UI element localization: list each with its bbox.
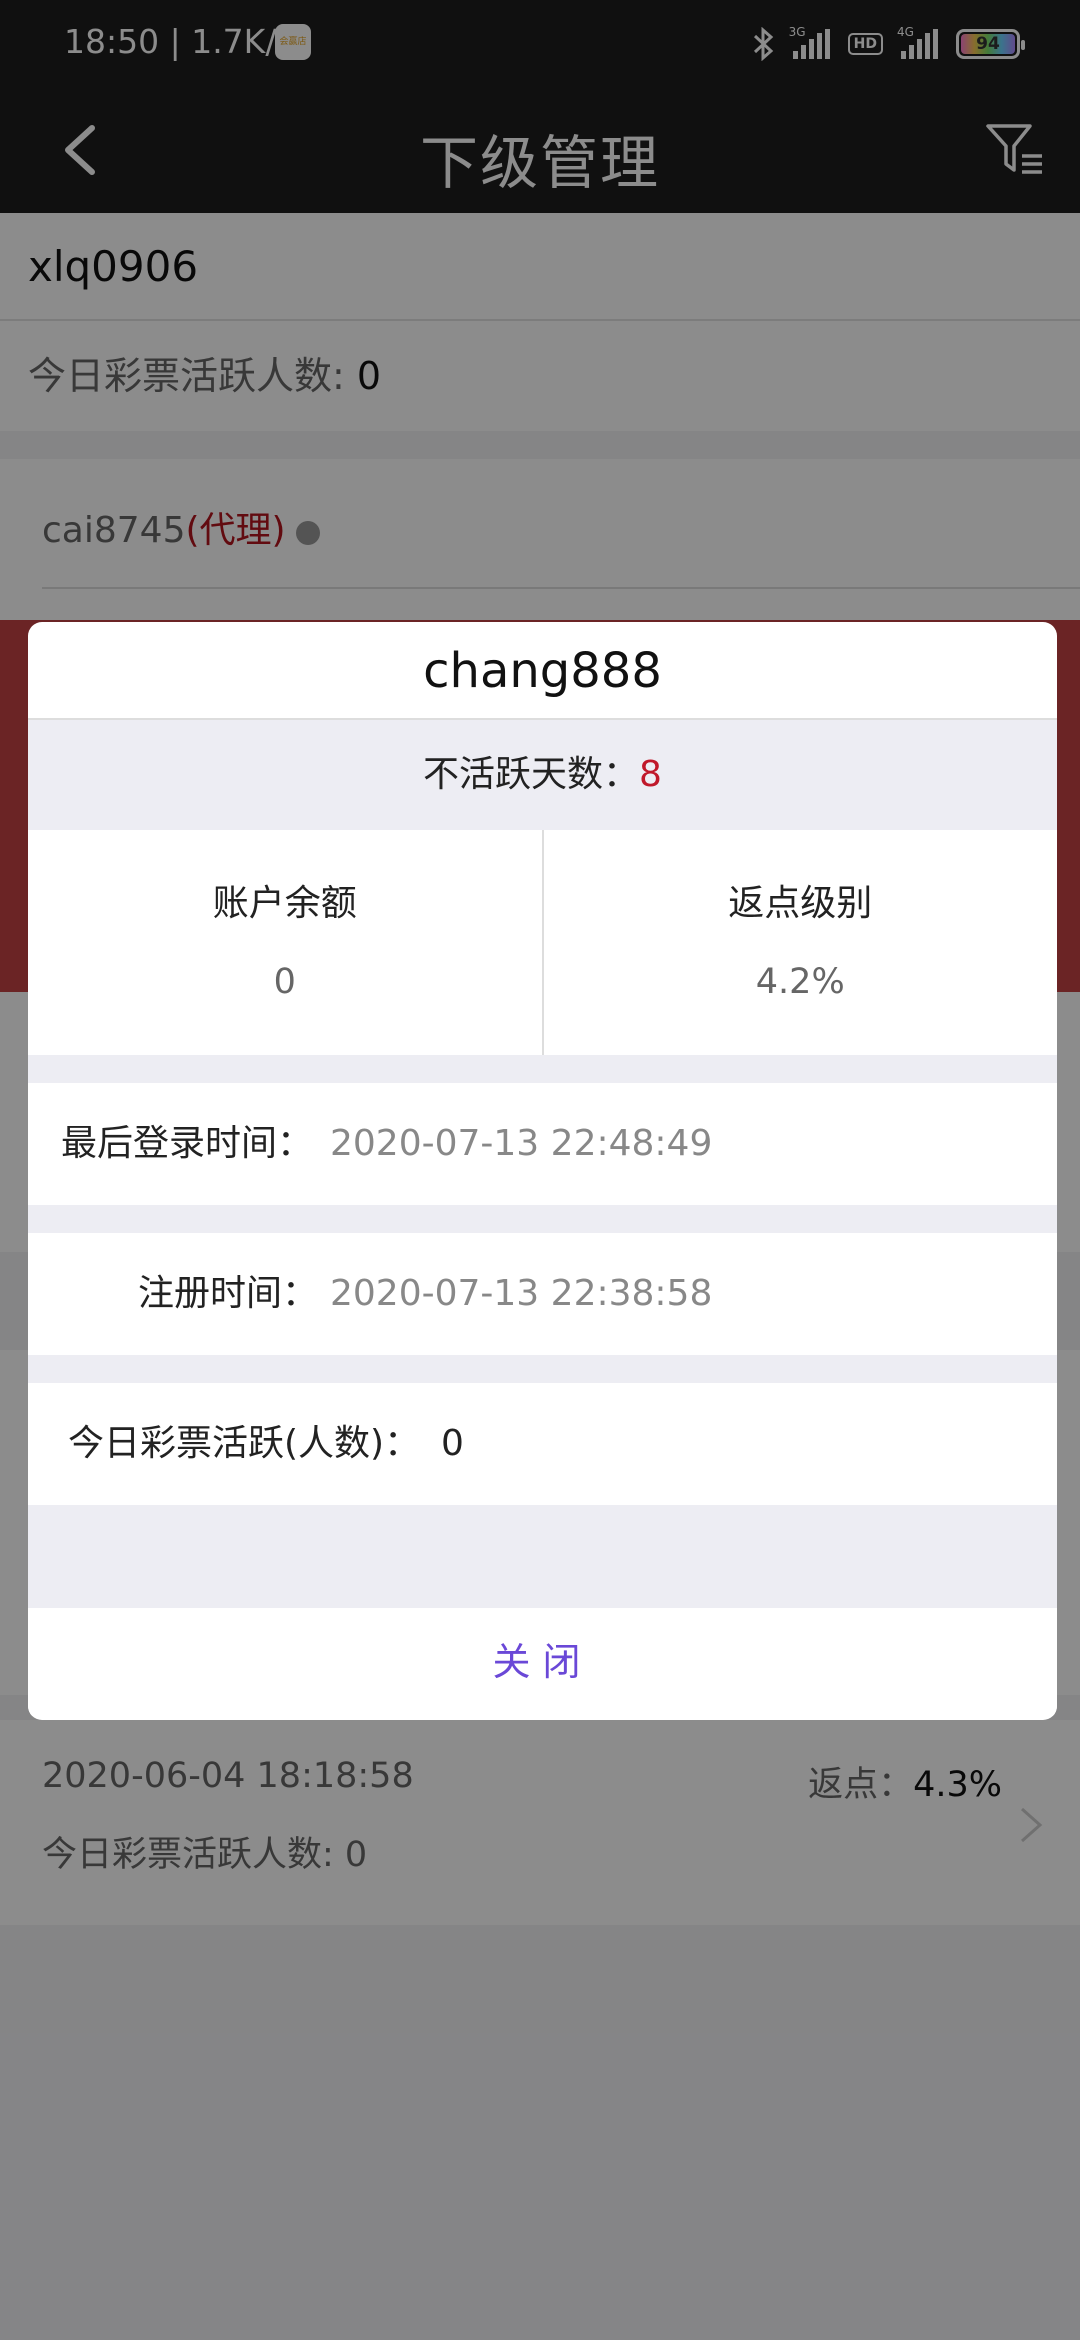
balance-label: 账户余额: [212, 883, 357, 924]
section-gap: [28, 1355, 1057, 1383]
today-active-row: 今日彩票活跃(人数)： 0: [28, 1383, 1057, 1505]
inactive-days-label: 不活跃天数：: [423, 754, 640, 795]
user-detail-dialog: chang888 不活跃天数：8 账户余额 0 返点级别 4.2% 最后登录时间…: [28, 622, 1057, 1720]
today-active-label: 今日彩票活跃(人数)：: [68, 1423, 421, 1464]
rebate-level-value: 4.2%: [755, 962, 845, 1002]
register-time-label: 注册时间：: [138, 1273, 319, 1314]
rebate-level-label: 返点级别: [728, 883, 873, 924]
today-active-value: 0: [441, 1423, 464, 1464]
register-time-value: 2020-07-13 22:38:58: [330, 1273, 713, 1314]
last-login-value: 2020-07-13 22:48:49: [330, 1123, 713, 1164]
section-gap: [28, 1505, 1057, 1608]
rebate-cell: 返点级别 4.2%: [541, 830, 1058, 1055]
register-time-row: 注册时间： 2020-07-13 22:38:58: [28, 1233, 1057, 1355]
dialog-title: chang888: [28, 622, 1057, 720]
balance-rebate-row: 账户余额 0 返点级别 4.2%: [28, 830, 1057, 1055]
section-gap: [28, 1205, 1057, 1233]
balance-cell: 账户余额 0: [28, 830, 542, 1055]
balance-value: 0: [273, 962, 296, 1002]
inactive-days-value: 8: [639, 754, 662, 795]
inactive-days-row: 不活跃天数：8: [28, 720, 1057, 830]
section-gap: [28, 1055, 1057, 1083]
last-login-row: 最后登录时间： 2020-07-13 22:48:49: [28, 1083, 1057, 1205]
last-login-label: 最后登录时间：: [61, 1123, 314, 1164]
close-button[interactable]: 关闭: [28, 1608, 1057, 1716]
